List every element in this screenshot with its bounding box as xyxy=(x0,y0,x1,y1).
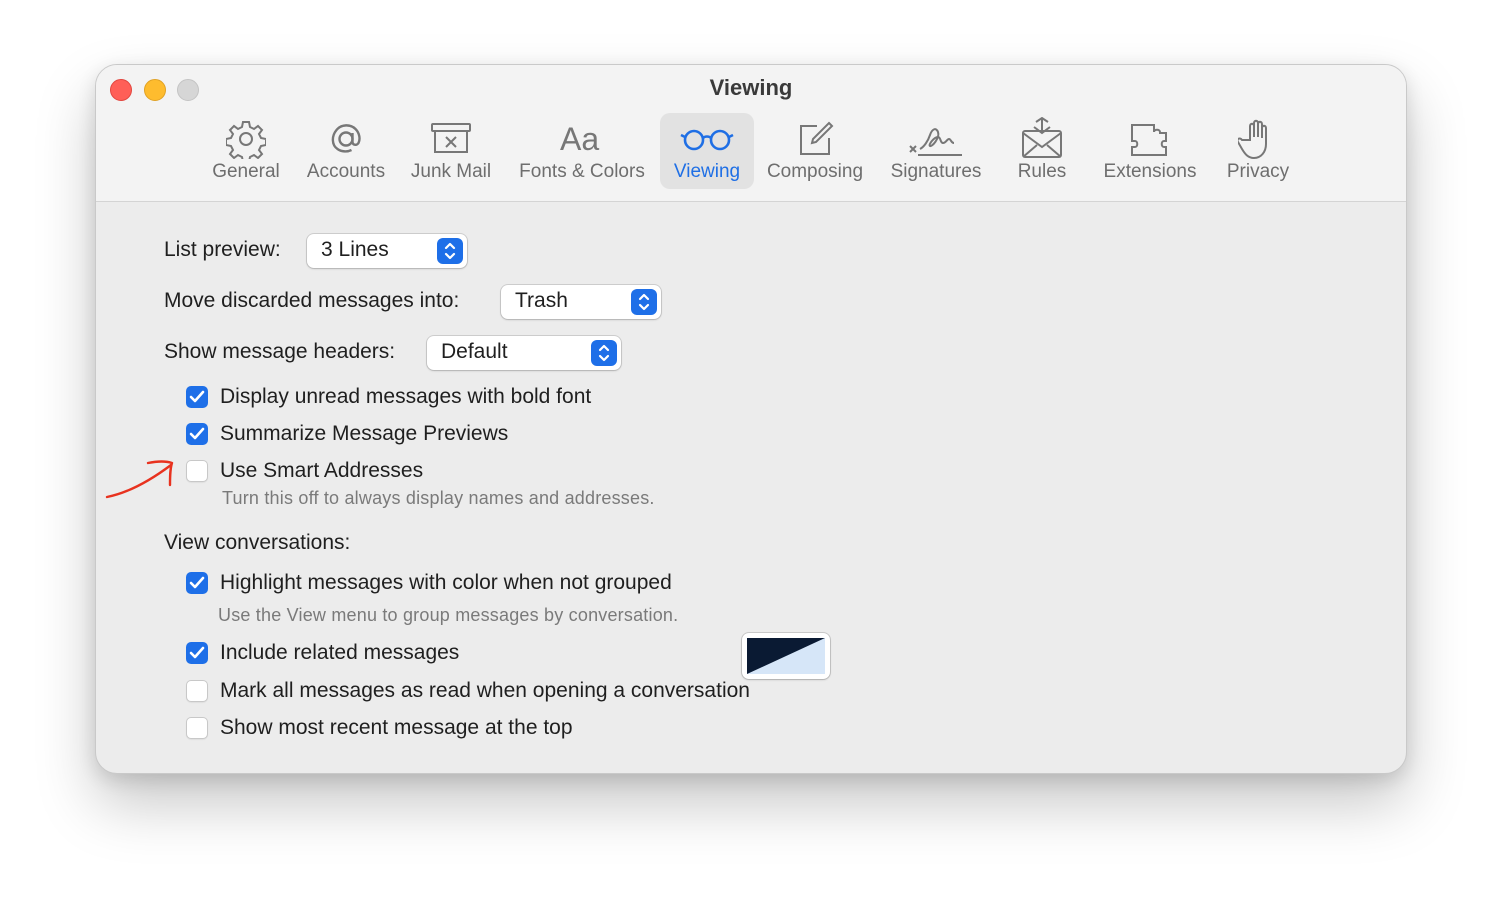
move-discarded-value: Trash xyxy=(515,289,568,312)
tab-privacy-label: Privacy xyxy=(1226,161,1290,182)
tab-rules[interactable]: Rules xyxy=(1012,113,1072,189)
tab-extensions[interactable]: Extensions xyxy=(1098,113,1202,189)
checkmark-icon xyxy=(189,427,205,440)
junk-tray-icon xyxy=(421,117,481,161)
smart-addresses-note: Turn this off to always display names an… xyxy=(222,488,655,508)
puzzle-icon xyxy=(1120,117,1180,161)
compose-icon xyxy=(785,117,845,161)
viewing-settings-panel: List preview: 3 Lines Move discarded mes… xyxy=(96,202,1406,773)
smart-addresses-label: Use Smart Addresses xyxy=(220,459,424,482)
tab-rules-label: Rules xyxy=(1017,161,1067,182)
view-conversations-heading: View conversations: xyxy=(164,531,351,554)
mark-read-label: Mark all messages as read when opening a… xyxy=(220,679,750,702)
list-preview-label: List preview: xyxy=(164,238,281,261)
move-discarded-popup[interactable]: Trash xyxy=(501,285,661,319)
at-icon xyxy=(316,117,376,161)
highlight-ungrouped-checkbox[interactable] xyxy=(186,572,208,594)
glasses-icon xyxy=(677,117,737,161)
recent-at-top-checkbox[interactable] xyxy=(186,717,208,739)
tab-fonts-colors-label: Fonts & Colors xyxy=(519,161,645,182)
bold-unread-label: Display unread messages with bold font xyxy=(220,385,592,408)
preferences-window: Viewing General Accounts Junk Mail Aa Fo… xyxy=(95,64,1407,774)
message-headers-value: Default xyxy=(441,340,508,363)
color-swatch-icon xyxy=(747,638,825,674)
stepper-chevrons-icon xyxy=(591,340,617,366)
font-icon: Aa xyxy=(552,117,612,161)
smart-addresses-checkbox[interactable] xyxy=(186,460,208,482)
svg-text:Aa: Aa xyxy=(560,121,599,157)
tab-composing-label: Composing xyxy=(766,161,864,182)
recent-at-top-label: Show most recent message at the top xyxy=(220,716,573,739)
move-discarded-label: Move discarded messages into: xyxy=(164,289,460,312)
tab-general-label: General xyxy=(212,161,280,182)
tab-junk-mail-label: Junk Mail xyxy=(410,161,492,182)
list-preview-popup[interactable]: 3 Lines xyxy=(307,234,467,268)
window-title: Viewing xyxy=(709,75,793,100)
tab-privacy[interactable]: Privacy xyxy=(1218,113,1298,189)
stepper-chevrons-icon xyxy=(437,238,463,264)
highlight-ungrouped-label: Highlight messages with color when not g… xyxy=(220,571,672,594)
tab-viewing[interactable]: Viewing xyxy=(660,113,754,189)
highlight-ungrouped-note: Use the View menu to group messages by c… xyxy=(218,605,679,625)
tab-composing[interactable]: Composing xyxy=(762,113,868,189)
message-headers-label: Show message headers: xyxy=(164,340,396,363)
tab-signatures[interactable]: Signatures xyxy=(886,113,986,189)
title-bar: Viewing General Accounts Junk Mail Aa Fo… xyxy=(96,65,1406,202)
gear-icon xyxy=(216,117,276,161)
hand-icon xyxy=(1228,117,1288,161)
checkmark-icon xyxy=(189,576,205,589)
tab-signatures-label: Signatures xyxy=(890,161,982,182)
stepper-chevrons-icon xyxy=(631,289,657,315)
annotation-arrow-icon xyxy=(105,460,174,499)
checkmark-icon xyxy=(189,646,205,659)
tab-accounts[interactable]: Accounts xyxy=(301,113,391,189)
summarize-previews-label: Summarize Message Previews xyxy=(220,422,509,445)
tab-extensions-label: Extensions xyxy=(1103,161,1197,182)
list-preview-value: 3 Lines xyxy=(321,238,389,261)
tab-accounts-label: Accounts xyxy=(306,161,386,182)
checkmark-icon xyxy=(189,390,205,403)
tab-junk-mail[interactable]: Junk Mail xyxy=(406,113,496,189)
rules-envelope-icon xyxy=(1012,117,1072,161)
bold-unread-checkbox[interactable] xyxy=(186,386,208,408)
message-headers-popup[interactable]: Default xyxy=(427,336,621,370)
include-related-label: Include related messages xyxy=(220,641,460,664)
signature-icon xyxy=(906,117,966,161)
highlight-color-well[interactable] xyxy=(742,633,830,679)
tab-fonts-colors[interactable]: Aa Fonts & Colors xyxy=(514,113,650,189)
include-related-checkbox[interactable] xyxy=(186,642,208,664)
mark-read-checkbox[interactable] xyxy=(186,680,208,702)
tab-general[interactable]: General xyxy=(208,113,284,189)
summarize-previews-checkbox[interactable] xyxy=(186,423,208,445)
preferences-toolbar: General Accounts Junk Mail Aa Fonts & Co… xyxy=(96,113,1406,191)
tab-viewing-label: Viewing xyxy=(673,161,741,182)
